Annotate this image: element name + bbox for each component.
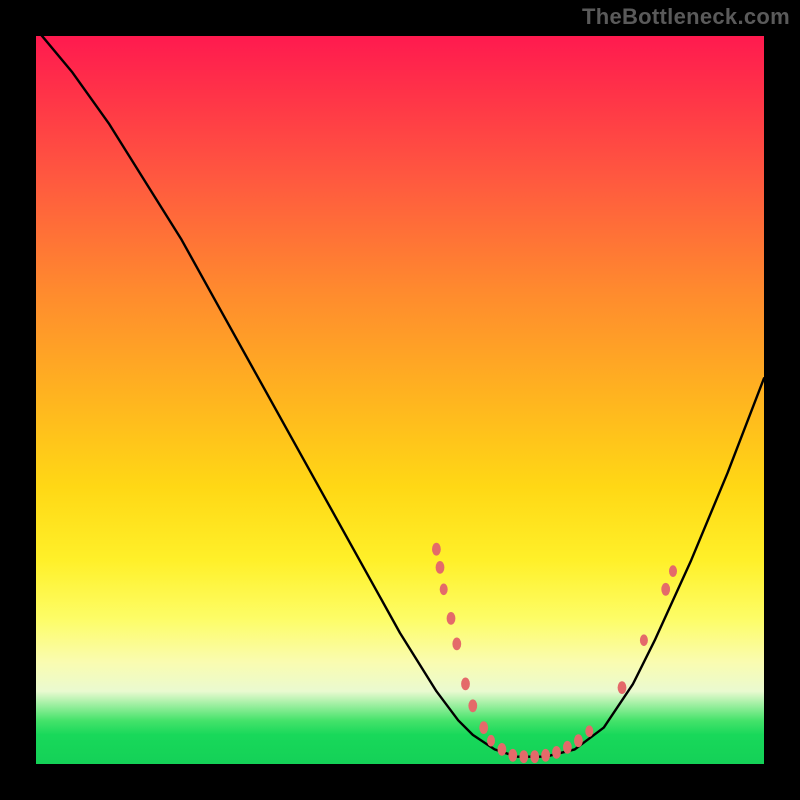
data-marker bbox=[519, 750, 528, 763]
data-marker bbox=[530, 750, 539, 763]
data-marker bbox=[479, 721, 488, 734]
data-marker bbox=[432, 543, 441, 556]
data-marker bbox=[563, 741, 572, 754]
data-marker bbox=[661, 583, 670, 596]
data-marker bbox=[452, 638, 461, 651]
bottleneck-curve bbox=[36, 29, 764, 757]
data-marker bbox=[508, 749, 517, 762]
data-marker bbox=[436, 561, 445, 574]
data-marker bbox=[640, 634, 648, 646]
watermark-text: TheBottleneck.com bbox=[582, 4, 790, 30]
data-marker bbox=[440, 584, 448, 596]
data-marker bbox=[498, 743, 507, 756]
data-marker bbox=[585, 725, 593, 737]
plot-area bbox=[36, 36, 764, 764]
chart-svg bbox=[36, 36, 764, 764]
data-marker bbox=[552, 746, 561, 759]
data-marker bbox=[618, 681, 627, 694]
data-marker bbox=[669, 565, 677, 577]
chart-frame: TheBottleneck.com bbox=[0, 0, 800, 800]
data-marker bbox=[574, 734, 583, 747]
data-marker bbox=[487, 735, 495, 747]
data-marker bbox=[541, 749, 550, 762]
data-marker bbox=[461, 678, 470, 691]
data-marker bbox=[447, 612, 456, 625]
data-marker bbox=[468, 699, 477, 712]
